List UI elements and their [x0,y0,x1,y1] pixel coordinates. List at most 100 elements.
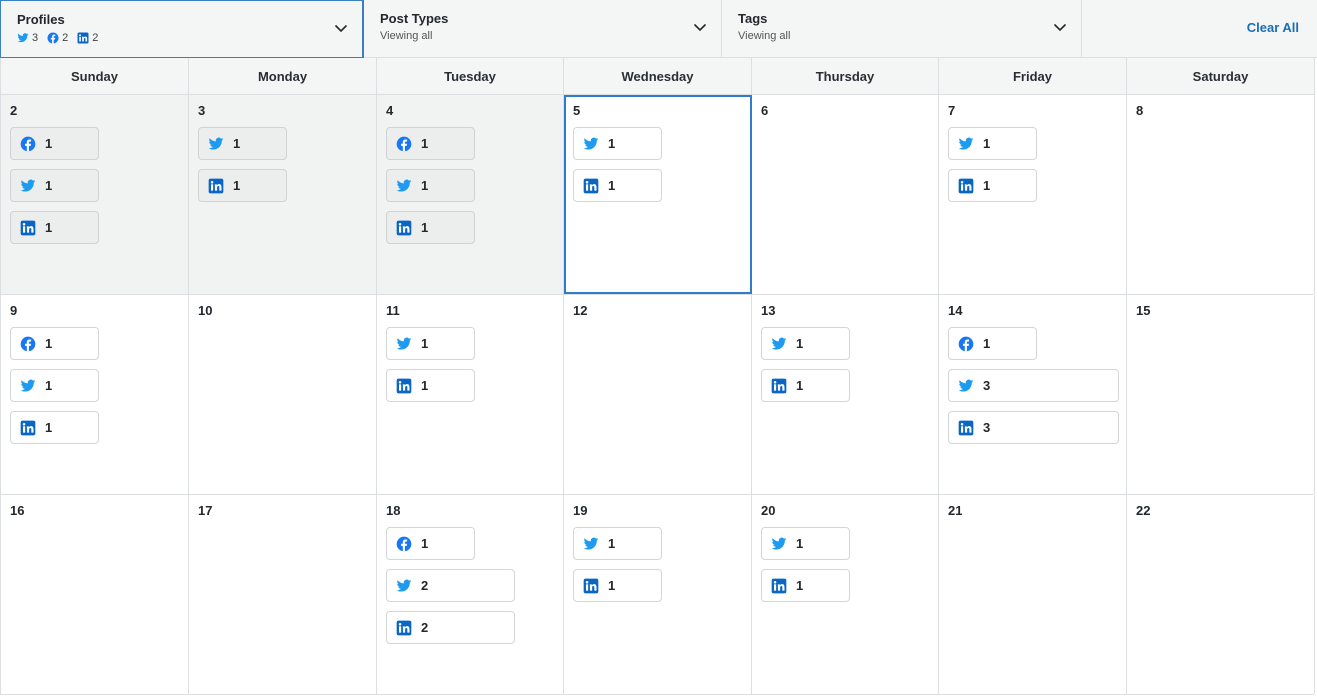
post-count: 1 [45,420,53,435]
chevron-down-icon [1053,23,1067,32]
facebook-post-chip[interactable]: 1 [10,327,99,360]
post-count: 1 [45,336,53,351]
facebook-post-chip[interactable]: 1 [948,327,1037,360]
twitter-post-chip[interactable]: 1 [948,127,1037,160]
linkedin-post-chip[interactable]: 1 [10,211,99,244]
calendar-week-row: 2 1 1 1 3 1 1 4 1 1 1 5 1 1 6 7 1 1 8 [0,95,1315,295]
calendar-day[interactable]: 11 1 1 [377,295,564,494]
calendar-day[interactable]: 7 1 1 [939,95,1127,294]
facebook-post-chip[interactable]: 1 [10,127,99,160]
post-count: 1 [45,378,53,393]
linkedin-post-chip[interactable]: 1 [386,211,475,244]
calendar-day[interactable]: 12 [564,295,752,494]
post-count: 1 [233,178,241,193]
post-types-filter-title: Post Types [380,11,449,26]
linkedin-icon [583,578,599,594]
twitter-post-chip[interactable]: 3 [948,369,1119,402]
twitter-icon [396,578,412,594]
calendar: Sunday Monday Tuesday Wednesday Thursday Frid… [0,58,1315,695]
post-count: 1 [608,536,616,551]
profiles-filter-dropdown[interactable]: Profiles 3 2 2 [0,0,364,58]
calendar-day[interactable]: 3 1 1 [189,95,377,294]
day-number: 3 [198,103,206,118]
twitter-post-chip[interactable]: 1 [761,327,850,360]
linkedin-post-chip[interactable]: 3 [948,411,1119,444]
post-count: 1 [421,220,429,235]
twitter-post-chip[interactable]: 1 [10,169,99,202]
day-number: 13 [761,303,776,318]
clear-all-button[interactable]: Clear All [1247,20,1299,35]
post-types-filter-dropdown[interactable]: Post Types Viewing all [364,0,722,58]
linkedin-post-chip[interactable]: 1 [948,169,1037,202]
tags-filter-dropdown[interactable]: Tags Viewing all [722,0,1082,58]
post-count: 1 [421,378,429,393]
linkedin-post-chip[interactable]: 1 [573,169,662,202]
linkedin-post-chip[interactable]: 1 [761,569,850,602]
profile-counts: 3 2 2 [17,32,362,44]
post-count: 1 [796,536,804,551]
calendar-day[interactable]: 10 [189,295,377,494]
calendar-day[interactable]: 15 [1127,295,1315,494]
calendar-day[interactable]: 4 1 1 1 [377,95,564,294]
twitter-post-chip[interactable]: 1 [386,327,475,360]
twitter-post-chip[interactable]: 2 [386,569,515,602]
linkedin-post-chip[interactable]: 2 [386,611,515,644]
linkedin-icon [396,220,412,236]
chevron-down-icon [334,24,348,33]
calendar-day[interactable]: 22 [1127,495,1315,694]
calendar-day[interactable]: 17 [189,495,377,694]
linkedin-profile-count: 2 [77,32,98,44]
linkedin-icon [583,178,599,194]
calendar-day[interactable]: 19 1 1 [564,495,752,694]
calendar-day[interactable]: 16 [1,495,189,694]
day-number: 21 [948,503,963,518]
twitter-post-chip[interactable]: 1 [573,127,662,160]
post-count: 1 [421,178,429,193]
profiles-filter-title: Profiles [17,12,65,27]
facebook-post-chip[interactable]: 1 [386,127,475,160]
linkedin-post-chip[interactable]: 1 [761,369,850,402]
twitter-post-chip[interactable]: 1 [386,169,475,202]
calendar-day[interactable]: 18 1 2 2 [377,495,564,694]
calendar-day[interactable]: 6 [752,95,939,294]
facebook-post-chip[interactable]: 1 [386,527,475,560]
linkedin-post-chip[interactable]: 1 [10,411,99,444]
post-count: 1 [45,178,53,193]
twitter-post-chip[interactable]: 1 [198,127,287,160]
calendar-day[interactable]: 8 [1127,95,1315,294]
weekday-sunday: Sunday [1,58,189,95]
post-count: 1 [421,536,429,551]
day-number: 14 [948,303,963,318]
facebook-icon [20,336,36,352]
weekday-thursday: Thursday [752,58,939,95]
twitter-post-chip[interactable]: 1 [573,527,662,560]
post-count: 1 [45,220,53,235]
calendar-weeks: 2 1 1 1 3 1 1 4 1 1 1 5 1 1 6 7 1 1 8 9 1 1 1 10 11 1 1 12 13 1 1 14 1 3 3… [0,95,1315,695]
linkedin-icon [958,178,974,194]
linkedin-post-chip[interactable]: 1 [573,569,662,602]
weekday-header: Sunday Monday Tuesday Wednesday Thursday Frid… [0,58,1315,95]
calendar-day[interactable]: 14 1 3 3 [939,295,1127,494]
calendar-day[interactable]: 20 1 1 [752,495,939,694]
post-types-filter-value: Viewing all [380,30,433,42]
calendar-day[interactable]: 21 [939,495,1127,694]
linkedin-icon [20,420,36,436]
day-number: 15 [1136,303,1151,318]
twitter-post-chip[interactable]: 1 [10,369,99,402]
linkedin-icon [77,32,89,44]
post-count: 1 [608,136,616,151]
twitter-icon [583,536,599,552]
linkedin-icon [396,378,412,394]
calendar-day[interactable]: 9 1 1 1 [1,295,189,494]
calendar-day[interactable]: 13 1 1 [752,295,939,494]
post-count: 1 [421,336,429,351]
day-number: 16 [10,503,25,518]
twitter-icon [771,336,787,352]
calendar-day-today[interactable]: 5 1 1 [564,95,752,294]
calendar-day[interactable]: 2 1 1 1 [1,95,189,294]
linkedin-post-chip[interactable]: 1 [198,169,287,202]
weekday-tuesday: Tuesday [377,58,564,95]
post-count: 1 [983,336,991,351]
twitter-post-chip[interactable]: 1 [761,527,850,560]
linkedin-post-chip[interactable]: 1 [386,369,475,402]
